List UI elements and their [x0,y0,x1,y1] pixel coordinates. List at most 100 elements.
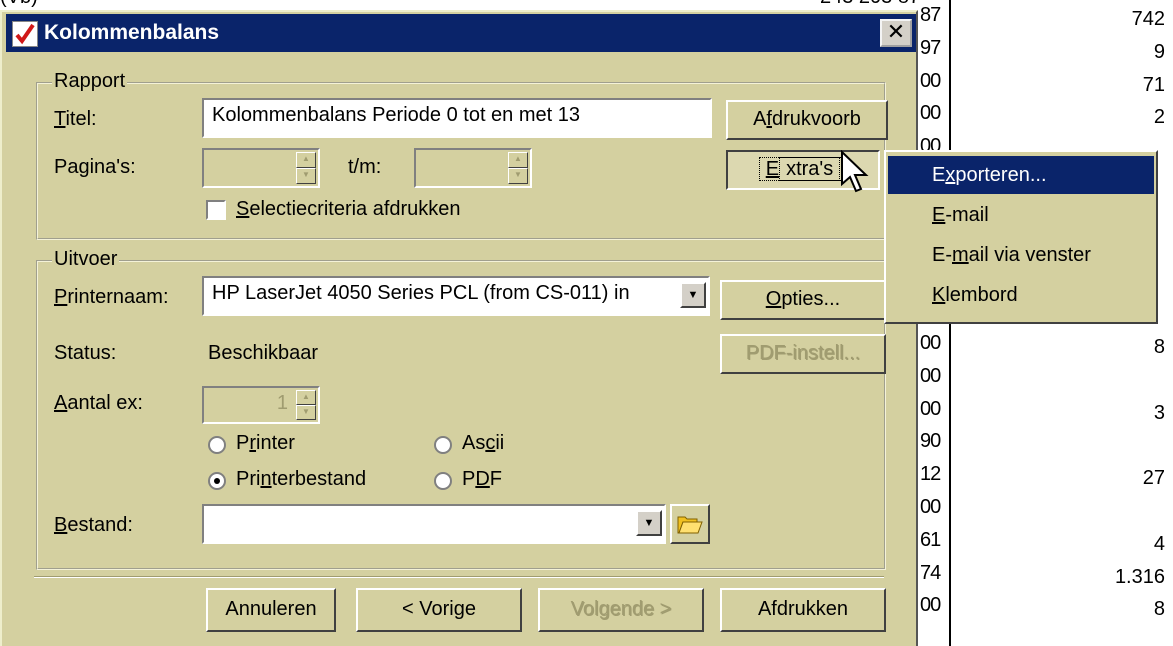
background-code-cell: 00 [920,594,941,617]
spin-up-icon[interactable]: ▲ [296,152,316,168]
spin-down-icon[interactable]: ▼ [508,168,528,184]
extras-label: Extra's [758,157,848,181]
radio-ascii[interactable] [434,436,452,454]
background-value-cell: 9 [1153,40,1165,63]
radio-ascii-pre: As [462,432,486,454]
background-value-cell: 8 [1153,336,1165,358]
folder-browse-button[interactable] [670,504,710,544]
radio-printer-mnemonic: r [249,432,257,454]
menu-item-email-via-venster[interactable]: E-mail via venster [888,236,1154,274]
chevron-down-icon[interactable]: ▼ [636,510,662,536]
radio-ascii-rest: ii [495,432,505,454]
printernaam-mnemonic: P [54,286,68,308]
pagina-van-spinner[interactable]: ▲ ▼ [296,152,316,184]
background-code-cell: 00 [920,69,941,92]
status-label: Status: [54,342,117,364]
radio-printerbestand-label: Printerbestand [236,468,366,491]
radio-printer-rest: inter [256,432,295,454]
background-value-cell: 3 [1153,401,1165,424]
radio-pdf-mnemonic: D [475,468,490,490]
titel-label-mnemonic: T [54,108,66,130]
radio-printer[interactable] [208,436,226,454]
background-code-cell: 97 [920,36,941,59]
volgende-button[interactable]: Volgende > [538,588,704,632]
afdrukvoorbeeld-button[interactable]: Afdrukvoorb [726,100,888,140]
folder-open-icon [677,516,703,534]
selectie-rest: electiecriteria afdrukken [249,198,461,220]
aantal-label: Aantal ex: [54,392,143,415]
menu-item-mnemonic: K [932,284,946,306]
background-value-cell: 8 [1153,598,1165,621]
menu-item-rest: lembord [945,284,1018,306]
extras-popup-menu: Exporteren... E-mail E-mail via venster … [884,150,1158,324]
background-value-cell: 27 [1142,467,1165,490]
radio-pdf-label: PDF [462,468,502,491]
radio-printer-pre: P [236,432,250,454]
background-value-cell: 71 [1142,73,1165,96]
bestand-mnemonic: B [54,514,68,536]
titel-input[interactable]: Kolommenbalans Periode 0 tot en met 13 [202,98,712,138]
printernaam-rest: rinternaam: [67,286,169,308]
aantal-spinner[interactable]: ▲ ▼ [296,390,316,420]
radio-pdf-pre: P [462,468,476,490]
rapport-legend: Rapport [52,70,128,93]
opties-button[interactable]: Opties... [720,280,886,320]
titel-label: Titel: [54,108,97,131]
bottom-separator [34,576,884,578]
mouse-pointer-icon [841,150,869,193]
pdf-instellingen-button[interactable]: PDF-instell... [720,334,886,374]
background-top-value: 243 203 87 [820,0,920,9]
spin-down-icon[interactable]: ▼ [296,168,316,184]
dialog-title: Kolommenbalans [44,21,220,44]
background-value-cell: 4 [1153,532,1165,555]
close-icon: ✕ [886,19,906,44]
uitvoer-legend: Uitvoer [52,248,120,271]
menu-item-klembord[interactable]: Klembord [888,276,1154,314]
aantal-rest: antal ex: [67,392,143,414]
selectiecriteria-label: Selectiecriteria afdrukken [236,198,461,221]
background-value-cell: 2 [1153,106,1165,129]
spin-down-icon[interactable]: ▼ [296,405,316,420]
afdrukken-button[interactable]: Afdrukken [720,588,886,632]
radio-ascii-mnemonic: c [485,432,496,454]
menu-item-mnemonic: x [945,164,956,186]
vorige-button[interactable]: < Vorige [356,588,522,632]
chevron-down-icon[interactable]: ▼ [680,282,706,308]
radio-printer-label: Printer [236,432,295,455]
close-button[interactable]: ✕ [880,19,912,47]
menu-item-pre: E [932,164,946,186]
extras-mnemonic: E [765,158,780,180]
spin-up-icon[interactable]: ▲ [508,152,528,168]
checkmark-app-icon [12,21,38,47]
menu-item-exporteren[interactable]: Exporteren... [888,156,1154,194]
menu-item-rest: ail via venster [968,244,1091,266]
radio-pdf[interactable] [434,472,452,490]
bestand-rest: estand: [67,514,133,536]
titel-label-rest: itel: [65,108,97,130]
radio-ascii-label: Ascii [462,432,504,455]
background-code-cell: 12 [920,463,941,486]
bestand-input[interactable] [202,504,666,544]
printernaam-label: Printernaam: [54,286,169,309]
extras-rest: xtra's [779,157,841,181]
radio-printerbestand[interactable] [208,472,226,490]
background-code-cell: 00 [920,364,941,387]
dialog-titlebar[interactable]: Kolommenbalans ✕ [6,14,916,52]
background-code-cell: 74 [920,561,941,584]
background-value-cell: 1.316 [1114,565,1165,588]
background-code-cell: 61 [920,528,941,551]
radio-printerbestand-pre: Pri [236,468,261,490]
radio-pdf-rest: F [489,468,503,490]
aantal-mnemonic: A [54,392,68,414]
menu-item-email[interactable]: E-mail [888,196,1154,234]
opties-mnemonic: O [765,288,782,310]
status-value: Beschikbaar [208,342,319,364]
kolommenbalans-dialog: Kolommenbalans ✕ Rapport Titel: Kolommen… [0,10,918,646]
spin-up-icon[interactable]: ▲ [296,390,316,405]
menu-item-rest: -mail [945,204,989,226]
printer-select[interactable]: HP LaserJet 4050 Series PCL (from CS-011… [202,276,710,316]
pagina-tm-spinner[interactable]: ▲ ▼ [508,152,528,184]
selectiecriteria-checkbox[interactable] [206,200,226,220]
annuleren-button[interactable]: Annuleren [206,588,336,632]
menu-item-rest: porteren... [955,164,1047,186]
